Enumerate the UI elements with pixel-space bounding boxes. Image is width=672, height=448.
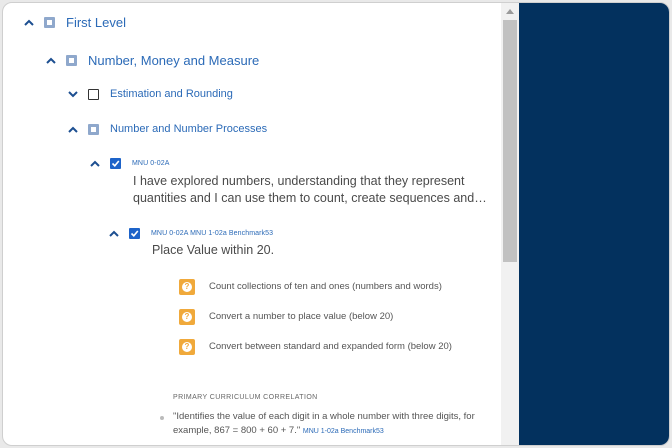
benchmark-item-text: Count collections of ten and ones (numbe… bbox=[209, 281, 442, 292]
outcome-description: I have explored numbers, understanding t… bbox=[133, 174, 487, 205]
question-icon[interactable]: ? bbox=[179, 309, 195, 325]
partial-checkbox[interactable] bbox=[44, 17, 55, 28]
benchmark-code: MNU 0-02A MNU 1-02a Benchmark53 bbox=[151, 229, 274, 237]
empty-checkbox[interactable] bbox=[88, 88, 99, 100]
correlation-quote: "Identifies the value of each digit in a… bbox=[173, 410, 485, 439]
tree-node-benchmark[interactable]: MNU 0-02A MNU 1-02a Benchmark53 bbox=[107, 226, 273, 240]
outcome-code: MNU 0-02A bbox=[132, 159, 170, 167]
chevron-down-icon[interactable] bbox=[66, 87, 80, 101]
tree-node-outcome[interactable]: MNU 0-02A bbox=[88, 156, 169, 170]
correlation-section-title: PRIMARY CURRICULUM CORRELATION bbox=[173, 394, 318, 401]
checked-checkbox[interactable] bbox=[110, 157, 121, 169]
curriculum-window: First Level Number, Money and Measure Es… bbox=[2, 2, 670, 446]
chevron-up-icon[interactable] bbox=[88, 156, 102, 170]
benchmark-item[interactable]: ? Count collections of ten and ones (num… bbox=[179, 279, 489, 295]
tree-node-label: Estimation and Rounding bbox=[110, 88, 233, 100]
chevron-up-icon[interactable] bbox=[44, 54, 58, 68]
scrollbar-thumb[interactable] bbox=[503, 20, 517, 262]
partial-checkbox[interactable] bbox=[88, 123, 99, 135]
benchmark-item-text: Convert between standard and expanded fo… bbox=[209, 341, 452, 352]
bullet-icon bbox=[160, 416, 164, 420]
checked-checkbox[interactable] bbox=[129, 227, 140, 239]
benchmark-item[interactable]: ? Convert a number to place value (below… bbox=[179, 309, 489, 325]
side-panel bbox=[519, 3, 669, 445]
partial-checkbox[interactable] bbox=[66, 55, 77, 66]
question-icon[interactable]: ? bbox=[179, 279, 195, 295]
tree-node-label: Number, Money and Measure bbox=[88, 53, 260, 68]
curriculum-tree: First Level Number, Money and Measure Es… bbox=[3, 3, 501, 445]
vertical-scrollbar[interactable] bbox=[501, 3, 519, 445]
benchmark-item-text: Convert a number to place value (below 2… bbox=[209, 311, 394, 322]
tree-node-label: Number and Number Processes bbox=[110, 123, 268, 135]
correlation-reference-link[interactable]: MNU 1-02a Benchmark53 bbox=[303, 428, 384, 435]
tree-node-number-processes[interactable]: Number and Number Processes bbox=[66, 122, 267, 136]
benchmark-title: Place Value within 20. bbox=[152, 243, 275, 257]
tree-node-first-level[interactable]: First Level bbox=[22, 15, 126, 30]
chevron-up-icon[interactable] bbox=[107, 226, 121, 240]
chevron-up-icon[interactable] bbox=[66, 122, 80, 136]
question-icon[interactable]: ? bbox=[179, 339, 195, 355]
benchmark-item[interactable]: ? Convert between standard and expanded … bbox=[179, 339, 484, 355]
scroll-up-arrow-icon[interactable] bbox=[506, 9, 514, 14]
chevron-up-icon[interactable] bbox=[22, 16, 36, 30]
tree-node-estimation-rounding[interactable]: Estimation and Rounding bbox=[66, 87, 233, 101]
tree-node-number-money-measure[interactable]: Number, Money and Measure bbox=[44, 53, 259, 68]
tree-node-label: First Level bbox=[66, 15, 126, 30]
